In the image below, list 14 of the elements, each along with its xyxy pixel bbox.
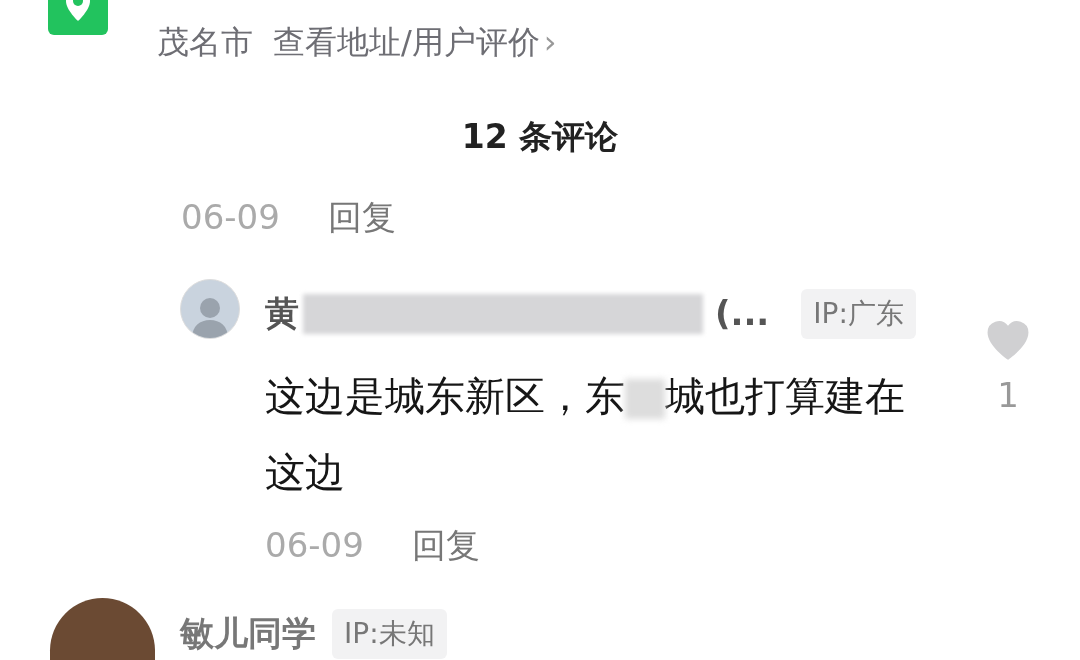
commenter-name: 敏儿同学 bbox=[180, 612, 316, 655]
like-button[interactable]: 1 bbox=[978, 312, 1038, 421]
ip-location-badge: IP:未知 bbox=[332, 608, 447, 659]
commenter-name: 黄 bbox=[265, 292, 299, 335]
comment-text: 这边是城东新区，东 城也打算建在这边 bbox=[265, 372, 906, 497]
city-text: 茂名市 bbox=[157, 22, 253, 63]
ip-location-badge: IP:广东 bbox=[801, 288, 916, 339]
reply-button[interactable]: 回复 bbox=[327, 192, 396, 243]
comments-count-heading: 12 条评论 bbox=[461, 116, 619, 158]
comment-date: 06-09 bbox=[181, 196, 280, 239]
name-ellipsis: (... bbox=[715, 292, 770, 335]
address-reviews-link[interactable]: 查看地址/用户评价› bbox=[273, 18, 557, 66]
reply-button[interactable]: 回复 bbox=[411, 520, 480, 571]
comment-date: 06-09 bbox=[265, 524, 364, 567]
